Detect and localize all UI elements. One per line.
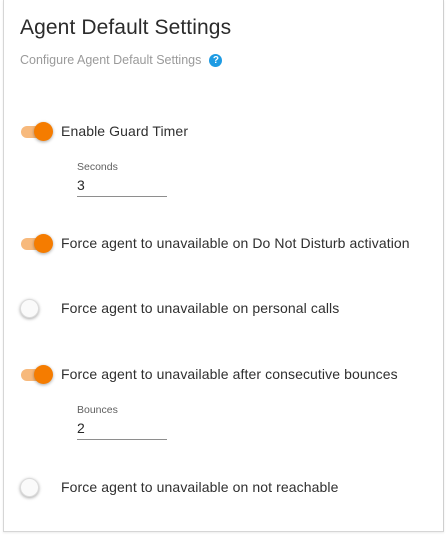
dnd-unavailable-toggle[interactable] xyxy=(20,233,54,253)
bounces-field-label: Bounces xyxy=(77,404,118,416)
dnd-unavailable-label: Force agent to unavailable on Do Not Dis… xyxy=(61,235,410,251)
toggle-thumb xyxy=(34,122,53,141)
bounces-field: Bounces xyxy=(77,404,167,440)
subtitle-row: Configure Agent Default Settings ? xyxy=(20,52,223,67)
setting-dnd-unavailable: Force agent to unavailable on Do Not Dis… xyxy=(20,233,410,253)
toggle-thumb xyxy=(20,478,39,497)
setting-not-reachable-unavailable: Force agent to unavailable on not reacha… xyxy=(20,477,339,497)
setting-bounces-unavailable: Force agent to unavailable after consecu… xyxy=(20,364,398,384)
not-reachable-unavailable-toggle[interactable] xyxy=(20,477,54,497)
guard-timer-toggle[interactable] xyxy=(20,121,54,141)
setting-personal-calls-unavailable: Force agent to unavailable on personal c… xyxy=(20,298,339,318)
personal-calls-unavailable-toggle[interactable] xyxy=(20,298,54,318)
help-icon[interactable]: ? xyxy=(209,54,223,67)
toggle-thumb xyxy=(20,299,39,318)
seconds-field-label: Seconds xyxy=(77,161,118,173)
guard-timer-label: Enable Guard Timer xyxy=(61,123,189,139)
personal-calls-unavailable-label: Force agent to unavailable on personal c… xyxy=(61,300,340,316)
bounces-unavailable-label: Force agent to unavailable after consecu… xyxy=(61,366,398,382)
seconds-field: Seconds xyxy=(77,161,167,197)
not-reachable-unavailable-label: Force agent to unavailable on not reacha… xyxy=(61,479,339,495)
bounces-unavailable-toggle[interactable] xyxy=(20,364,54,384)
page-title: Agent Default Settings xyxy=(20,16,232,39)
toggle-thumb xyxy=(34,365,53,384)
agent-default-settings-panel: Agent Default Settings Configure Agent D… xyxy=(3,0,444,532)
seconds-input[interactable] xyxy=(77,177,167,197)
toggle-thumb xyxy=(34,234,53,253)
page-subtitle: Configure Agent Default Settings xyxy=(20,52,202,67)
bounces-input[interactable] xyxy=(77,420,167,440)
setting-enable-guard-timer: Enable Guard Timer xyxy=(20,121,188,141)
